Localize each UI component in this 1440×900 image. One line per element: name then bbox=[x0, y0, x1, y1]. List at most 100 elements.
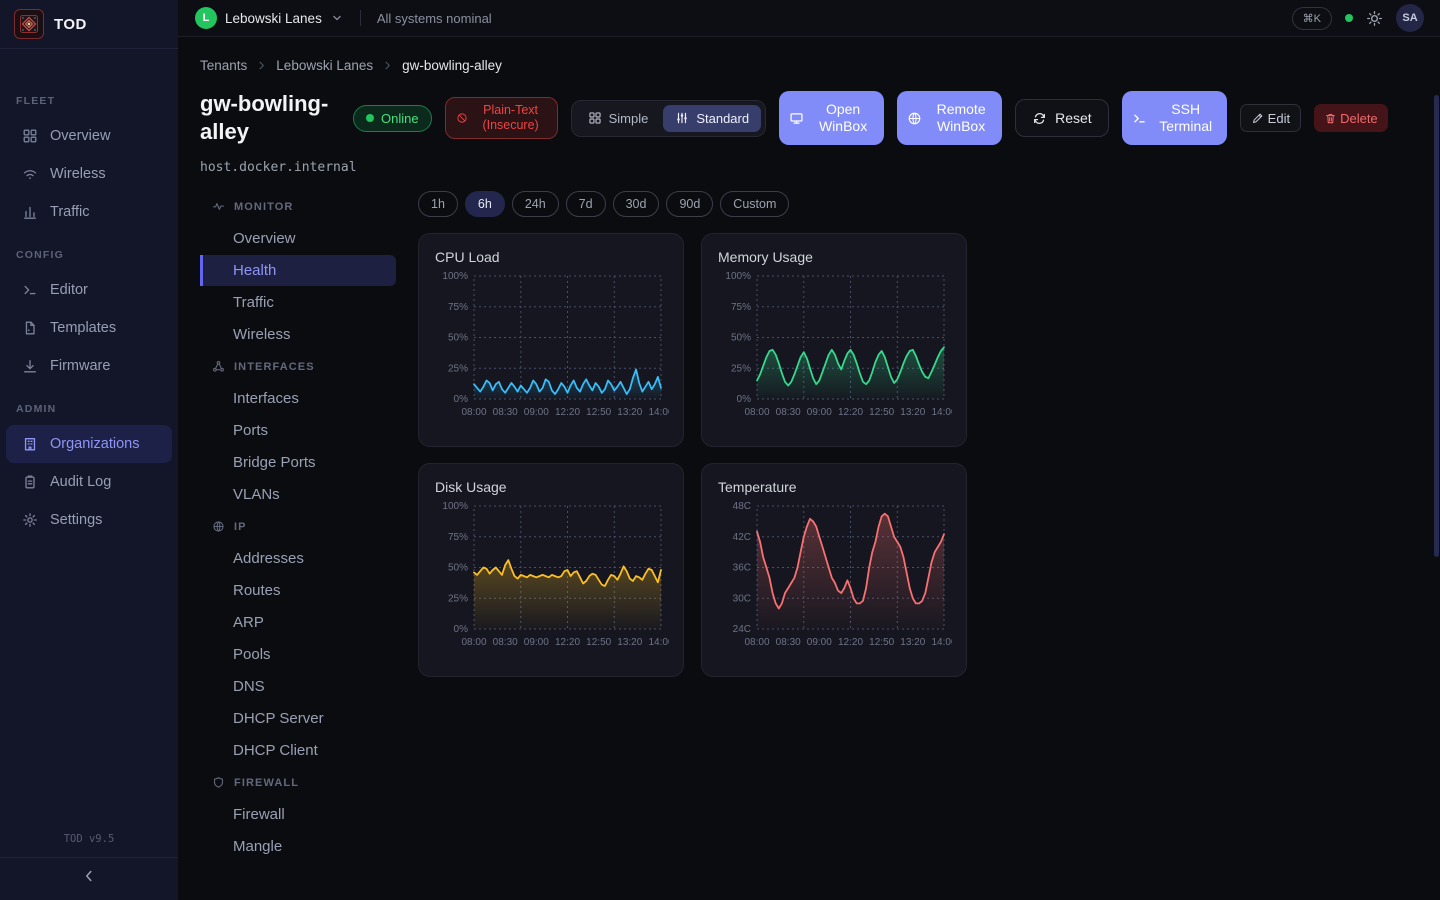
sun-icon bbox=[1366, 10, 1383, 27]
subnav-item-dhcp-server[interactable]: DHCP Server bbox=[200, 703, 396, 734]
subnav-item-dns[interactable]: DNS bbox=[200, 671, 396, 702]
delete-button[interactable]: Delete bbox=[1314, 104, 1388, 132]
time-range-90d[interactable]: 90d bbox=[666, 191, 713, 217]
charts-section: 1h6h24h7d30d90dCustom CPU Load 100%75%50… bbox=[418, 191, 1418, 863]
sidebar-item-wireless[interactable]: Wireless bbox=[6, 155, 172, 193]
device-header: gw-bowling-alley Online Plain-Text (Inse… bbox=[200, 90, 1418, 146]
view-toggle-standard[interactable]: Standard bbox=[663, 105, 761, 132]
security-badge: Plain-Text (Insecure) bbox=[445, 97, 558, 139]
connection-status-dot bbox=[1345, 14, 1353, 22]
svg-text:12:50: 12:50 bbox=[869, 407, 894, 418]
time-range-24h[interactable]: 24h bbox=[512, 191, 559, 217]
subnav-item-arp[interactable]: ARP bbox=[200, 607, 396, 638]
tenant-switcher[interactable]: L Lebowski Lanes bbox=[195, 7, 344, 29]
subnav-item-addresses[interactable]: Addresses bbox=[200, 543, 396, 574]
chart-title: Disk Usage bbox=[435, 479, 667, 495]
sidebar-item-settings[interactable]: Settings bbox=[6, 501, 172, 539]
subnav-item-vlans[interactable]: VLANs bbox=[200, 479, 396, 510]
svg-text:12:50: 12:50 bbox=[586, 407, 611, 418]
subnav-item-traffic[interactable]: Traffic bbox=[200, 287, 396, 318]
svg-text:12:50: 12:50 bbox=[869, 637, 894, 648]
chart-plot: 100%75%50%25%0%08:0008:3009:0012:2012:50… bbox=[718, 272, 952, 430]
svg-text:13:20: 13:20 bbox=[900, 407, 925, 418]
monitor-icon bbox=[789, 111, 804, 126]
subnav-item-routes[interactable]: Routes bbox=[200, 575, 396, 606]
svg-text:42C: 42C bbox=[733, 532, 751, 543]
svg-text:0%: 0% bbox=[454, 394, 469, 405]
subnav-item-firewall[interactable]: Firewall bbox=[200, 799, 396, 830]
subnav-item-health[interactable]: Health bbox=[200, 255, 396, 286]
svg-text:75%: 75% bbox=[448, 532, 468, 543]
svg-text:09:00: 09:00 bbox=[807, 637, 832, 648]
svg-text:100%: 100% bbox=[725, 272, 751, 282]
online-dot-icon bbox=[366, 114, 374, 122]
svg-text:14:00: 14:00 bbox=[648, 407, 669, 418]
view-toggle-simple[interactable]: Simple bbox=[576, 105, 661, 132]
subnav-item-mangle[interactable]: Mangle bbox=[200, 831, 396, 862]
pulse-icon bbox=[212, 200, 225, 213]
time-range-1h[interactable]: 1h bbox=[418, 191, 458, 217]
remote-winbox-button[interactable]: Remote WinBox bbox=[897, 91, 1002, 145]
subnav-item-dhcp-client[interactable]: DHCP Client bbox=[200, 735, 396, 766]
reset-button[interactable]: Reset bbox=[1015, 99, 1109, 137]
sidebar-item-overview[interactable]: Overview bbox=[6, 117, 172, 155]
breadcrumb-item[interactable]: Lebowski Lanes bbox=[276, 58, 373, 73]
topbar: L Lebowski Lanes All systems nominal ⌘K … bbox=[178, 0, 1440, 37]
subnav-item-bridge-ports[interactable]: Bridge Ports bbox=[200, 447, 396, 478]
breadcrumb-item[interactable]: Tenants bbox=[200, 58, 247, 73]
subnav-item-ports[interactable]: Ports bbox=[200, 415, 396, 446]
page-title: gw-bowling-alley bbox=[200, 90, 340, 146]
breadcrumb: Tenants Lebowski Lanes gw-bowling-alley bbox=[200, 58, 1418, 73]
gear-icon bbox=[22, 512, 38, 528]
open-winbox-button[interactable]: Open WinBox bbox=[779, 91, 884, 145]
svg-text:12:20: 12:20 bbox=[838, 637, 863, 648]
tenant-avatar: L bbox=[195, 7, 217, 29]
chart-card-memory-usage: Memory Usage 100%75%50%25%0%08:0008:3009… bbox=[701, 233, 967, 447]
user-avatar[interactable]: SA bbox=[1396, 4, 1424, 32]
sidebar-item-organizations[interactable]: Organizations bbox=[6, 425, 172, 463]
sidebar-item-editor[interactable]: Editor bbox=[6, 271, 172, 309]
time-range-6h[interactable]: 6h bbox=[465, 191, 505, 217]
svg-text:08:00: 08:00 bbox=[744, 637, 769, 648]
time-range-7d[interactable]: 7d bbox=[566, 191, 606, 217]
time-range-custom[interactable]: Custom bbox=[720, 191, 789, 217]
breadcrumb-item: gw-bowling-alley bbox=[402, 58, 502, 73]
chart-plot: 100%75%50%25%0%08:0008:3009:0012:2012:50… bbox=[435, 502, 669, 660]
device-subnav: MONITOROverviewHealthTrafficWirelessINTE… bbox=[200, 191, 396, 863]
grid-icon bbox=[22, 128, 38, 144]
sidebar-item-label: Settings bbox=[50, 512, 102, 528]
svg-text:50%: 50% bbox=[448, 333, 468, 344]
svg-text:12:50: 12:50 bbox=[586, 637, 611, 648]
svg-text:09:00: 09:00 bbox=[524, 637, 549, 648]
file-icon bbox=[22, 320, 38, 336]
sidebar-item-firmware[interactable]: Firmware bbox=[6, 347, 172, 385]
vertical-scrollbar[interactable] bbox=[1434, 95, 1439, 557]
main-sidebar: TOD FLEETOverviewWirelessTrafficCONFIGEd… bbox=[0, 0, 178, 900]
globe-icon bbox=[907, 111, 922, 126]
app-logo-row: TOD bbox=[0, 0, 178, 49]
sidebar-item-traffic[interactable]: Traffic bbox=[6, 193, 172, 231]
terminal-icon bbox=[1132, 111, 1147, 126]
view-mode-toggle: SimpleStandard bbox=[571, 100, 767, 137]
sidebar-collapse-button[interactable] bbox=[81, 868, 97, 884]
subnav-item-overview[interactable]: Overview bbox=[200, 223, 396, 254]
edit-button[interactable]: Edit bbox=[1240, 104, 1301, 132]
sidebar-item-audit-log[interactable]: Audit Log bbox=[6, 463, 172, 501]
subnav-item-wireless[interactable]: Wireless bbox=[200, 319, 396, 350]
svg-text:14:00: 14:00 bbox=[931, 637, 952, 648]
svg-text:75%: 75% bbox=[448, 302, 468, 313]
svg-text:100%: 100% bbox=[442, 272, 468, 282]
pencil-icon bbox=[1251, 112, 1264, 125]
subnav-item-pools[interactable]: Pools bbox=[200, 639, 396, 670]
sidebar-item-templates[interactable]: Templates bbox=[6, 309, 172, 347]
chart-card-disk-usage: Disk Usage 100%75%50%25%0%08:0008:3009:0… bbox=[418, 463, 684, 677]
ssh-terminal-button[interactable]: SSH Terminal bbox=[1122, 91, 1227, 145]
svg-text:50%: 50% bbox=[448, 563, 468, 574]
theme-toggle-button[interactable] bbox=[1366, 10, 1383, 27]
sidebar-footer: TOD v9.5 bbox=[0, 823, 178, 900]
command-palette-button[interactable]: ⌘K bbox=[1292, 7, 1332, 30]
svg-text:12:20: 12:20 bbox=[555, 637, 580, 648]
time-range-30d[interactable]: 30d bbox=[613, 191, 660, 217]
subnav-item-interfaces[interactable]: Interfaces bbox=[200, 383, 396, 414]
sidebar-item-label: Editor bbox=[50, 282, 88, 298]
